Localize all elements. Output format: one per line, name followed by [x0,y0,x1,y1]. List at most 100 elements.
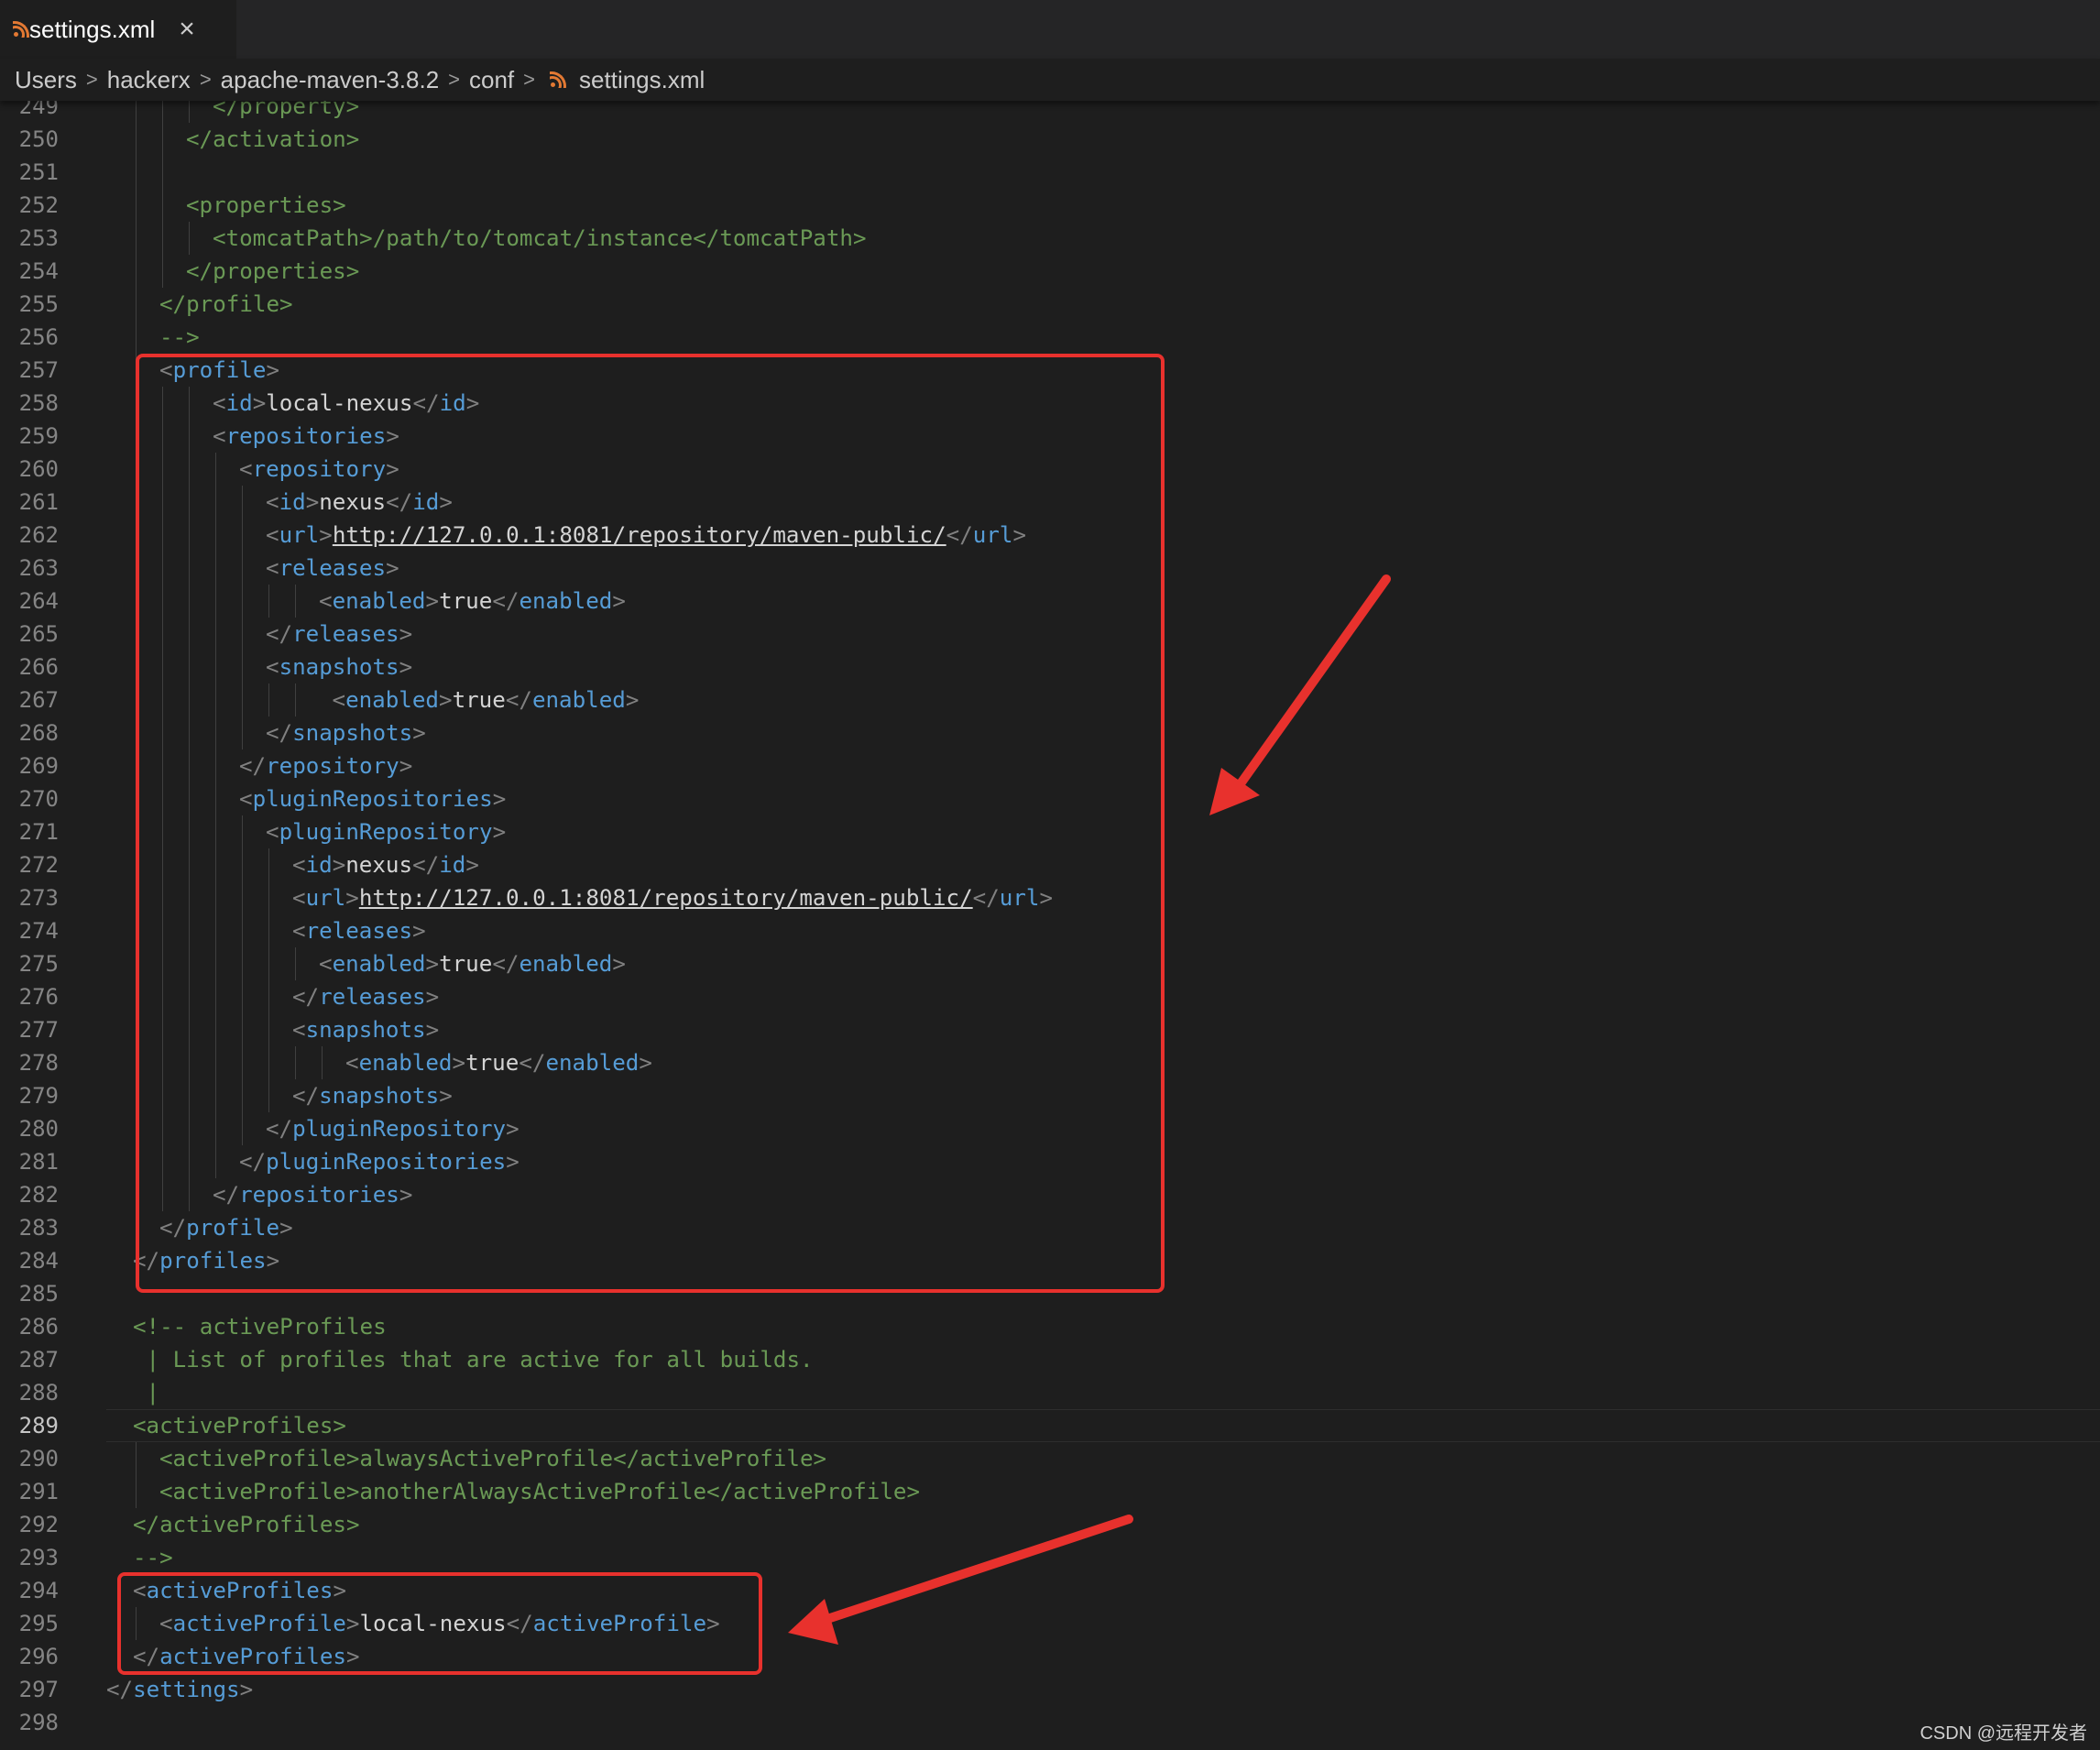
indent-guide [215,651,216,684]
code-token: true [465,1050,520,1076]
code-token: </ [213,1182,240,1208]
code-token: > [612,588,626,614]
url-link[interactable]: http://127.0.0.1:8081/repository/maven-p… [333,522,946,548]
code-line[interactable]: 250 </activation> [0,123,2100,156]
code-line[interactable]: 298 [0,1706,2100,1739]
code-line[interactable]: 263 <releases> [0,552,2100,585]
code-token: > [399,753,413,779]
indent-guide [162,1079,163,1112]
breadcrumb-item[interactable]: apache-maven-3.8.2 [221,66,439,94]
code-line[interactable]: 289 <activeProfiles> [0,1409,2100,1442]
code-line[interactable]: 272 <id>nexus</id> [0,848,2100,881]
breadcrumb-file[interactable]: settings.xml [579,66,705,94]
code-line[interactable]: 280 </pluginRepository> [0,1112,2100,1145]
code-token: </ [159,1215,187,1241]
indent-guide [215,552,216,585]
code-line[interactable]: 283 </profile> [0,1211,2100,1244]
code-line[interactable]: 273 <url>http://127.0.0.1:8081/repository… [0,881,2100,914]
code-line[interactable]: 293 --> [0,1541,2100,1574]
code-line[interactable]: 287 | List of profiles that are active fo… [0,1343,2100,1376]
url-link[interactable]: http://127.0.0.1:8081/repository/maven-p… [359,885,973,911]
breadcrumb-item[interactable]: hackerx [107,66,191,94]
code-line[interactable]: 276 </releases> [0,980,2100,1013]
code-line[interactable]: 271 <pluginRepository> [0,815,2100,848]
code-token: | [146,1380,160,1405]
code-line[interactable]: 286 <!-- activeProfiles [0,1310,2100,1343]
code-line[interactable]: 281 </pluginRepositories> [0,1145,2100,1178]
indent-guide [136,1607,137,1640]
code-line[interactable]: 274 <releases> [0,914,2100,947]
code-line[interactable]: 264 <enabled>true</enabled> [0,585,2100,618]
code-token: true [439,951,493,977]
indent-guide [189,552,190,585]
indent-guide [215,618,216,651]
code-line[interactable]: 288 | [0,1376,2100,1409]
code-line[interactable]: 267 <enabled>true</enabled> [0,684,2100,716]
code-token: > [425,984,440,1010]
code-line[interactable]: 265 </releases> [0,618,2100,651]
code-line[interactable]: 297 </settings> [0,1673,2100,1706]
code-line[interactable]: 262 <url>http://127.0.0.1:8081/repository… [0,519,2100,552]
indent-guide [162,716,163,749]
code-editor[interactable]: 249 </property> 250 </activation> 251 252 <pro… [0,84,2100,1750]
code-line[interactable]: 290 <activeProfile>alwaysActiveProfile</a… [0,1442,2100,1475]
code-token: > [399,1182,413,1208]
indent-guide [162,947,163,980]
line-number: 253 [18,225,59,251]
breadcrumb-item[interactable]: conf [469,66,514,94]
code-line[interactable]: 261 <id>nexus</id> [0,486,2100,519]
code-line[interactable]: 269 </repository> [0,749,2100,782]
indent-guide [189,1046,190,1079]
code-text: </repository> [239,749,412,782]
code-line[interactable]: 291 <activeProfile>anotherAlwaysActivePro… [0,1475,2100,1508]
code-line[interactable]: 257 <profile> [0,354,2100,387]
line-number: 273 [18,885,59,911]
line-number: 285 [18,1281,59,1307]
code-token: > [439,489,453,515]
code-line[interactable]: 277 <snapshots> [0,1013,2100,1046]
code-line[interactable]: 294 <activeProfiles> [0,1574,2100,1607]
code-line[interactable]: 259 <repositories> [0,420,2100,453]
code-line[interactable]: 266 <snapshots> [0,651,2100,684]
code-token: enabled [332,951,426,977]
code-line[interactable]: 252 <properties> [0,189,2100,222]
code-line[interactable]: 260 <repository> [0,453,2100,486]
code-line[interactable]: 275 <enabled>true</enabled> [0,947,2100,980]
code-line[interactable]: 296 </activeProfiles> [0,1640,2100,1673]
code-line[interactable]: 268 </snapshots> [0,716,2100,749]
code-line[interactable]: 285 [0,1277,2100,1310]
indent-guide [162,1145,163,1178]
code-text: </activeProfiles> [133,1508,360,1541]
code-token: url [305,885,346,911]
indent-guide [295,947,296,980]
code-line[interactable]: 270 <pluginRepositories> [0,782,2100,815]
code-line[interactable]: 255 </profile> [0,288,2100,321]
code-line[interactable]: 295 <activeProfile>local-nexus</activePro… [0,1607,2100,1640]
code-token: < [133,1578,147,1603]
close-icon[interactable]: × [179,14,195,45]
code-line[interactable]: 278 <enabled>true</enabled> [0,1046,2100,1079]
line-number: 288 [18,1380,59,1405]
code-line[interactable]: 284 </profiles> [0,1244,2100,1277]
indent-guide [242,914,243,947]
code-line[interactable]: 282 </repositories> [0,1178,2100,1211]
code-token: > [465,852,479,878]
line-number: 287 [18,1347,59,1373]
breadcrumb-item[interactable]: Users [15,66,77,94]
indent-guide [189,222,190,255]
indent-guide [189,1178,190,1211]
code-line[interactable]: 258 <id>local-nexus</id> [0,387,2100,420]
code-token: enabled [519,951,613,977]
code-line[interactable]: 279 </snapshots> [0,1079,2100,1112]
code-line[interactable]: 251 [0,156,2100,189]
code-text: | [147,1376,160,1409]
code-line[interactable]: 254 </properties> [0,255,2100,288]
code-token: > [266,1248,280,1274]
line-number: 278 [18,1050,59,1076]
code-token: | List of profiles that are active for a… [146,1347,814,1373]
tab-settings-xml[interactable]: settings.xml × [0,0,236,59]
code-line[interactable]: 292 </activeProfiles> [0,1508,2100,1541]
code-line[interactable]: 253 <tomcatPath>/path/to/tomcat/instance<… [0,222,2100,255]
code-line[interactable]: 256 --> [0,321,2100,354]
code-token: <!-- activeProfiles [133,1314,387,1340]
